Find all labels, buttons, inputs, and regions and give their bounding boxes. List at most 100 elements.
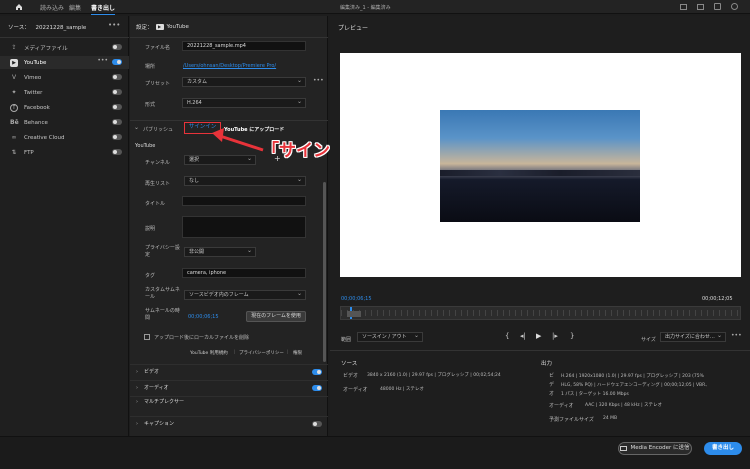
- size-label: サイズ: [641, 337, 656, 343]
- timeline-scrubber[interactable]: [340, 306, 742, 320]
- filename-label: ファイル名: [145, 45, 171, 51]
- range-dropdown[interactable]: ソースイン / アウト: [357, 332, 423, 342]
- annotation-arrow: [212, 128, 264, 152]
- source-panel: ソース： 20221228_sample ••• ⇪ メディアファイル ▶ Yo…: [0, 16, 129, 436]
- youtube-icon: ▶: [10, 58, 18, 67]
- section-toggle[interactable]: [312, 369, 322, 375]
- destination-toggle[interactable]: [112, 44, 122, 50]
- destination-facebook[interactable]: f Facebook: [10, 102, 122, 113]
- play-icon[interactable]: ▶: [536, 332, 541, 340]
- media-encoder-icon: [620, 446, 628, 451]
- destination-label: メディアファイル: [24, 45, 68, 52]
- title-input[interactable]: [182, 196, 306, 206]
- source-video-label: ビデオ: [343, 373, 359, 379]
- mark-in-icon[interactable]: {: [505, 332, 509, 340]
- facebook-icon: f: [10, 103, 18, 112]
- thumbnail-time-value[interactable]: 00;00;06;15: [188, 314, 219, 320]
- output-video-label: ビデオ: [549, 373, 555, 397]
- share-icon[interactable]: [714, 3, 721, 10]
- destination-toggle[interactable]: [112, 149, 122, 155]
- footer-bar: Media Encoder に送信 書き出し: [0, 436, 750, 469]
- send-to-media-encoder-button[interactable]: Media Encoder に送信: [618, 442, 692, 455]
- chevron-right-icon: ›: [136, 384, 138, 391]
- settings-panel: 設定： ▶ YouTube ファイル名 20221228_sample.mp4 …: [130, 16, 328, 436]
- more-options-icon[interactable]: •••: [108, 21, 120, 29]
- title-label: タイトル: [145, 201, 166, 207]
- thumbnail-time-label: サムネールの時間: [145, 308, 180, 321]
- section-toggle[interactable]: [312, 385, 322, 391]
- destination-toggle[interactable]: [112, 74, 122, 80]
- use-current-frame-button[interactable]: 現在のフレームを使用: [246, 311, 306, 322]
- destination-label: Creative Cloud: [24, 134, 65, 141]
- video-section[interactable]: › ビデオ: [130, 364, 328, 378]
- fullscreen-icon[interactable]: [697, 4, 704, 10]
- layout-icon[interactable]: [680, 4, 687, 10]
- chevron-right-icon: ›: [136, 399, 138, 405]
- format-dropdown[interactable]: H.264: [182, 98, 306, 108]
- preset-dropdown[interactable]: カスタム: [182, 77, 306, 87]
- top-bar: 読み込み 編集 書き出し 編集済み_1 - 編集済み: [0, 0, 750, 15]
- channel-label: チャンネル: [145, 160, 170, 166]
- preset-more-icon[interactable]: •••: [313, 77, 324, 84]
- more-options-icon[interactable]: •••: [97, 57, 108, 64]
- source-audio-value: 48000 Hz | ステレオ: [380, 387, 424, 392]
- destination-toggle[interactable]: [112, 134, 122, 140]
- multiplexer-section[interactable]: › マルチプレクサー: [130, 396, 328, 416]
- captions-section[interactable]: › キャプション: [130, 416, 328, 430]
- home-icon[interactable]: [15, 3, 23, 11]
- destination-label: FTP: [24, 149, 34, 156]
- mark-out-icon[interactable]: }: [570, 332, 574, 340]
- section-label: キャプション: [144, 421, 175, 427]
- destination-toggle[interactable]: [112, 104, 122, 110]
- creative-cloud-icon: ∞: [11, 133, 17, 141]
- destination-media-file[interactable]: ⇪ メディアファイル: [10, 42, 122, 53]
- tab-import[interactable]: 読み込み: [40, 3, 64, 12]
- tags-input[interactable]: camera, iphone: [182, 268, 306, 278]
- step-forward-icon[interactable]: |▸: [552, 332, 558, 340]
- permissions-link[interactable]: 権限: [293, 350, 302, 356]
- chevron-right-icon: ›: [136, 368, 138, 375]
- filename-input[interactable]: 20221228_sample.mp4: [182, 41, 306, 51]
- destination-toggle[interactable]: [112, 89, 122, 95]
- destination-vimeo[interactable]: V Vimeo: [10, 72, 122, 83]
- terms-link[interactable]: YouTube 利用規約: [190, 350, 228, 356]
- chevron-down-icon[interactable]: ⌄: [134, 124, 139, 131]
- publish-label: パブリッシュ: [143, 127, 174, 133]
- more-options-icon[interactable]: •••: [731, 332, 742, 339]
- step-back-icon[interactable]: ◂|: [520, 332, 526, 340]
- custom-thumbnail-dropdown[interactable]: ソースビデオ内のフレーム: [184, 290, 306, 300]
- window-title: 編集済み_1 - 編集済み: [340, 5, 391, 11]
- playlist-dropdown[interactable]: なし: [184, 176, 306, 186]
- account-icon[interactable]: [731, 3, 738, 10]
- destination-behance[interactable]: Bē Behance: [10, 117, 122, 128]
- privacy-dropdown[interactable]: 非公開: [184, 247, 256, 257]
- behance-icon: Bē: [10, 118, 19, 126]
- video-thumbnail: [440, 110, 640, 222]
- source-info-header: ソース: [341, 361, 358, 367]
- description-input[interactable]: [182, 216, 306, 238]
- destination-toggle[interactable]: [112, 59, 122, 65]
- destination-creative-cloud[interactable]: ∞ Creative Cloud: [10, 132, 122, 143]
- section-toggle[interactable]: [312, 421, 322, 427]
- delete-local-checkbox[interactable]: [144, 334, 150, 340]
- tab-export[interactable]: 書き出し: [91, 3, 116, 15]
- location-link[interactable]: /Users/ohnsan/Desktop/Premiere Pro/: [183, 63, 276, 69]
- audio-section[interactable]: › オーディオ: [130, 380, 328, 394]
- privacy-policy-link[interactable]: プライバシーポリシー: [239, 350, 284, 356]
- export-button[interactable]: 書き出し: [704, 442, 742, 455]
- section-label: ビデオ: [144, 369, 160, 375]
- tab-edit[interactable]: 編集: [69, 3, 81, 12]
- destination-ftp[interactable]: ⇅ FTP: [10, 147, 122, 158]
- destination-toggle[interactable]: [112, 119, 122, 125]
- destination-youtube[interactable]: ▶ YouTube •••: [10, 57, 122, 68]
- destination-label: Vimeo: [24, 74, 42, 81]
- playlist-label: 再生リスト: [145, 181, 171, 187]
- vimeo-icon: V: [11, 73, 17, 81]
- ftp-icon: ⇅: [11, 148, 17, 156]
- settings-platform: YouTube: [166, 24, 189, 30]
- section-label: マルチプレクサー: [144, 399, 185, 405]
- size-dropdown[interactable]: 出力サイズに合わせ…: [660, 332, 726, 342]
- scrollbar[interactable]: [323, 182, 326, 362]
- destination-twitter[interactable]: ✦ Twitter: [10, 87, 122, 98]
- source-audio-label: オーディオ: [343, 387, 368, 393]
